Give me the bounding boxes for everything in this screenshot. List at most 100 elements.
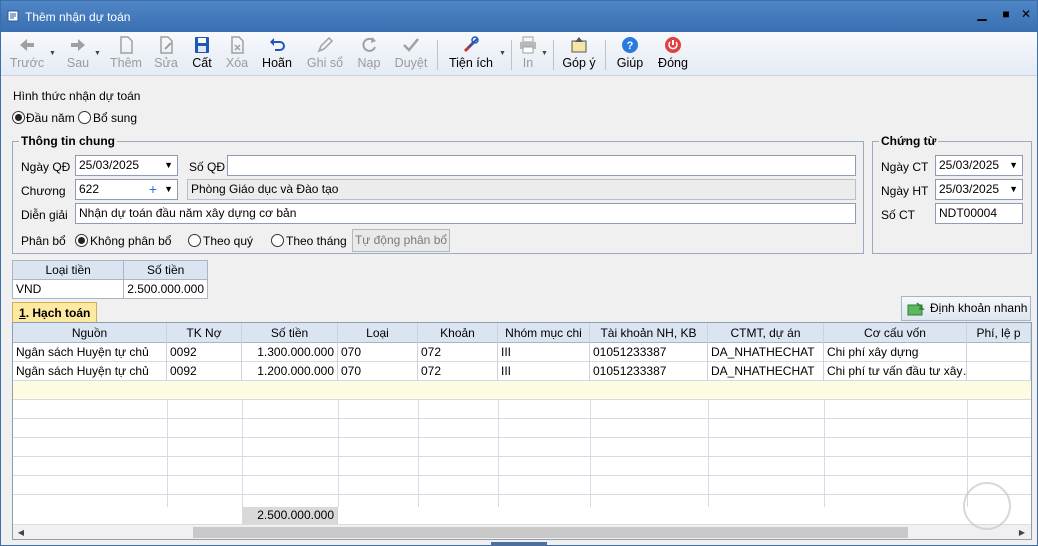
posting-date-field[interactable]: 25/03/2025 ▼ bbox=[935, 179, 1023, 200]
toolbar-separator bbox=[553, 40, 554, 70]
minimize-button[interactable]: ▁ bbox=[973, 7, 991, 25]
refresh-icon bbox=[362, 37, 376, 52]
window-title: Thêm nhận dự toán bbox=[25, 10, 131, 24]
edit-button[interactable]: Sửa bbox=[151, 34, 181, 74]
total-amount: 2.500.000.000 bbox=[242, 507, 338, 524]
radio-dau-nam[interactable] bbox=[12, 111, 25, 124]
chapter-name-field: Phòng Giáo dục và Đào tạo bbox=[187, 179, 856, 200]
radio-theo-quy[interactable] bbox=[188, 234, 201, 247]
reload-button[interactable]: Nạp bbox=[353, 34, 385, 74]
voucher-title: Chứng từ bbox=[879, 134, 939, 148]
currency-amount-cell[interactable]: 2.500.000.000 bbox=[123, 279, 208, 299]
add-button[interactable]: Thêm bbox=[109, 34, 143, 74]
radio-theo-quy-label: Theo quý bbox=[203, 234, 254, 248]
floppy-disk-icon bbox=[195, 37, 209, 53]
scroll-right-icon[interactable]: ▶ bbox=[1015, 526, 1029, 539]
radio-theo-thang-label: Theo tháng bbox=[286, 234, 347, 248]
print-button[interactable]: In bbox=[517, 34, 539, 74]
dialog-window: Thêm nhận dự toán ▁ ■ ✕ Trước ▼ Sau ▼ Th… bbox=[0, 0, 1038, 546]
help-button[interactable]: ? Giúp bbox=[615, 34, 645, 74]
chevron-down-icon[interactable]: ▼ bbox=[1009, 156, 1018, 175]
voucher-no-label: Số CT bbox=[881, 208, 916, 222]
table-row[interactable]: Ngân sách Huyện tự chủ 0092 1.300.000.00… bbox=[13, 343, 1031, 362]
posting-date-label: Ngày HT bbox=[881, 184, 929, 198]
radio-bo-sung[interactable] bbox=[78, 111, 91, 124]
print-dropdown-caret[interactable]: ▼ bbox=[541, 50, 548, 57]
delete-document-icon bbox=[231, 36, 244, 54]
decision-no-field[interactable] bbox=[227, 155, 856, 176]
decision-no-label: Số QĐ bbox=[189, 160, 226, 174]
utilities-dropdown-caret[interactable]: ▼ bbox=[499, 50, 506, 57]
col-header-fee[interactable]: Phí, lệ p bbox=[967, 323, 1031, 343]
toolbar-separator bbox=[437, 40, 438, 70]
resize-handle[interactable] bbox=[491, 542, 547, 546]
plus-icon[interactable]: + bbox=[149, 180, 157, 199]
grid-footer: 2.500.000.000 bbox=[13, 507, 1031, 524]
undo-button[interactable]: Hoãn bbox=[259, 34, 295, 74]
save-button[interactable]: Cất bbox=[189, 34, 215, 74]
description-field[interactable]: Nhận dự toán đầu năm xây dựng cơ bản bbox=[75, 203, 856, 224]
edit-document-icon bbox=[160, 36, 173, 54]
col-header-debit-account[interactable]: TK Nợ bbox=[167, 323, 242, 343]
toolbar-separator bbox=[605, 40, 606, 70]
delete-button[interactable]: Xóa bbox=[223, 34, 251, 74]
col-header-amount[interactable]: Số tiền bbox=[242, 323, 338, 343]
grid-lines bbox=[167, 400, 968, 507]
table-row[interactable]: Ngân sách Huyện tự chủ 0092 1.200.000.00… bbox=[13, 362, 1031, 381]
chevron-down-icon[interactable]: ▼ bbox=[164, 156, 173, 175]
chevron-down-icon[interactable]: ▼ bbox=[1009, 180, 1018, 199]
feedback-button[interactable]: Góp ý bbox=[561, 34, 597, 74]
utilities-button[interactable]: Tiện ích bbox=[447, 34, 495, 74]
tab-hach-toan[interactable]: 1. Hạch toán bbox=[12, 302, 98, 323]
col-header-source[interactable]: Nguồn bbox=[13, 323, 167, 343]
radio-khong-phan-bo-label: Không phân bổ bbox=[90, 234, 172, 248]
col-header-project[interactable]: CTMT, dự án bbox=[708, 323, 824, 343]
undo-arrow-icon bbox=[270, 38, 285, 51]
help-icon: ? bbox=[622, 37, 638, 53]
radio-khong-phan-bo[interactable] bbox=[75, 234, 88, 247]
prev-dropdown-caret[interactable]: ▼ bbox=[49, 50, 56, 57]
quick-entry-icon bbox=[907, 302, 925, 316]
form-content: Hình thức nhận dự toán Đầu năm Bổ sung T… bbox=[1, 77, 1037, 546]
horizontal-scrollbar[interactable]: ◀ ▶ bbox=[13, 524, 1031, 539]
accounting-grid: Nguồn TK Nợ Số tiền Loại Khoản Nhóm mục … bbox=[12, 322, 1032, 540]
prev-button[interactable]: Trước bbox=[7, 34, 47, 74]
next-button[interactable]: Sau bbox=[61, 34, 95, 74]
arrow-left-icon bbox=[20, 39, 34, 51]
decision-date-field[interactable]: 25/03/2025 ▼ bbox=[75, 155, 178, 176]
chapter-field[interactable]: 622 + ▼ bbox=[75, 179, 178, 200]
col-header-expense-group[interactable]: Nhóm mục chi bbox=[498, 323, 590, 343]
quick-entry-button[interactable]: Định khoản nhanh bbox=[901, 296, 1031, 321]
grid-header: Nguồn TK Nợ Số tiền Loại Khoản Nhóm mục … bbox=[13, 323, 1031, 343]
allocation-label: Phân bổ bbox=[21, 234, 66, 248]
printer-icon bbox=[520, 36, 536, 54]
radio-theo-thang[interactable] bbox=[271, 234, 284, 247]
currency-type-header: Loại tiền bbox=[11, 260, 125, 280]
scroll-left-icon[interactable]: ◀ bbox=[14, 526, 28, 539]
new-entry-row[interactable] bbox=[13, 381, 1031, 400]
currency-row[interactable]: VND 2.500.000.000 bbox=[11, 279, 208, 299]
next-dropdown-caret[interactable]: ▼ bbox=[94, 50, 101, 57]
voucher-no-field[interactable]: NDT00004 bbox=[935, 203, 1023, 224]
col-header-type[interactable]: Loại bbox=[338, 323, 418, 343]
close-button[interactable]: Đóng bbox=[655, 34, 691, 74]
description-label: Diễn giải bbox=[21, 208, 68, 222]
col-header-bank-account[interactable]: Tài khoản NH, KB bbox=[590, 323, 708, 343]
checkmark-icon bbox=[403, 38, 419, 52]
currency-table: Loại tiền Số tiền VND 2.500.000.000 bbox=[11, 260, 208, 299]
currency-type-cell[interactable]: VND bbox=[11, 279, 125, 299]
col-header-item[interactable]: Khoản bbox=[418, 323, 498, 343]
maximize-button[interactable]: ■ bbox=[997, 7, 1015, 25]
close-window-button[interactable]: ✕ bbox=[1017, 7, 1035, 25]
radio-bo-sung-label: Bổ sung bbox=[93, 111, 138, 125]
post-button[interactable]: Ghi sổ bbox=[303, 34, 347, 74]
voucher-date-field[interactable]: 25/03/2025 ▼ bbox=[935, 155, 1023, 176]
currency-amount-header: Số tiền bbox=[123, 260, 208, 280]
chevron-down-icon[interactable]: ▼ bbox=[164, 180, 173, 199]
chapter-label: Chương bbox=[21, 184, 66, 198]
approve-button[interactable]: Duyệt bbox=[393, 34, 429, 74]
auto-allocate-button[interactable]: Tự động phân bổ bbox=[352, 229, 450, 252]
scrollbar-thumb[interactable] bbox=[193, 527, 908, 538]
voucher-group: Chứng từ Ngày CT 25/03/2025 ▼ Ngày HT 25… bbox=[872, 134, 1032, 254]
col-header-capital-structure[interactable]: Cơ cấu vốn bbox=[824, 323, 967, 343]
